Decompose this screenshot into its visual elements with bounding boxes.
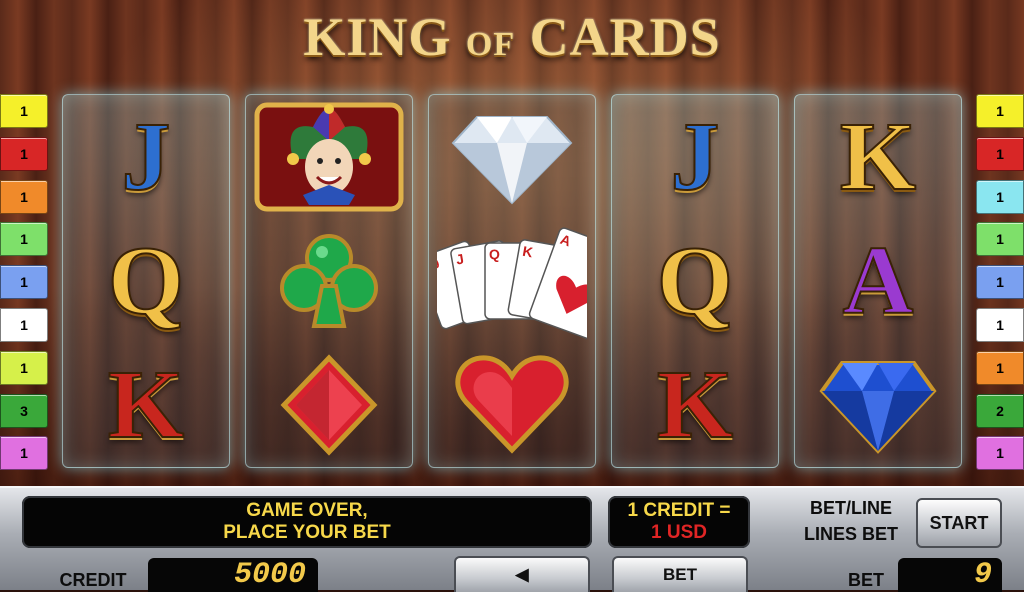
denomination-line-1: 1 CREDIT = bbox=[627, 500, 731, 521]
bet-label: BET bbox=[848, 570, 884, 590]
line-indicator-left-2: 1 bbox=[0, 136, 48, 171]
control-panel: GAME OVER, PLACE YOUR BET 1 CREDIT = 1 U… bbox=[0, 486, 1024, 592]
reel-symbol-j: J bbox=[63, 95, 229, 219]
red-diamond-icon bbox=[246, 343, 412, 467]
symbol-letter: J bbox=[670, 103, 721, 211]
reel-4: JQK bbox=[611, 94, 779, 468]
line-indicators-right: 1 1 1 1 1 1 1 2 1 bbox=[976, 94, 1024, 479]
blue-gem-icon bbox=[795, 343, 961, 467]
line-indicator-right-6: 1 bbox=[976, 307, 1024, 342]
line-indicator-right-7: 1 bbox=[976, 350, 1024, 385]
reel-symbol-q: Q bbox=[63, 219, 229, 343]
line-indicator-left-8: 3 bbox=[0, 393, 48, 428]
reel-symbol-k: K bbox=[63, 343, 229, 467]
bet-button[interactable]: BET bbox=[612, 556, 748, 592]
left-arrow-icon: ◀ bbox=[515, 565, 529, 584]
credit-label: CREDIT bbox=[59, 570, 127, 590]
denomination-line-2: 1 USD bbox=[651, 522, 707, 543]
title-word-cards: CARDS bbox=[529, 7, 721, 67]
line-indicator-right-8: 2 bbox=[976, 393, 1024, 428]
green-club-icon bbox=[246, 219, 412, 343]
line-indicator-left-3: 1 bbox=[0, 179, 48, 214]
reel-3: 10 J Q K A bbox=[428, 94, 596, 468]
title-word-of: OF bbox=[465, 26, 516, 63]
reel-1: JQK bbox=[62, 94, 230, 468]
line-indicator-right-1: 1 bbox=[976, 94, 1024, 128]
bet-value-display: 9 bbox=[898, 558, 1002, 592]
lines-bet-label: LINES BET bbox=[803, 524, 898, 544]
line-indicator-right-5: 1 bbox=[976, 265, 1024, 300]
reel-5: KA bbox=[794, 94, 962, 468]
reel-2 bbox=[245, 94, 413, 468]
bet-per-line-label: BET/LINE bbox=[809, 498, 892, 518]
symbol-letter: A bbox=[842, 227, 915, 335]
flush-card-rank: Q bbox=[489, 246, 500, 262]
reel-symbol-q: Q bbox=[612, 219, 778, 343]
red-heart-icon bbox=[429, 343, 595, 467]
white-diamond-gem-icon bbox=[429, 95, 595, 219]
reel-symbol-j: J bbox=[612, 95, 778, 219]
line-indicator-right-4: 1 bbox=[976, 222, 1024, 257]
start-button[interactable]: START bbox=[916, 498, 1002, 548]
symbol-letter: K bbox=[839, 103, 917, 211]
royal-flush-cards-icon: 10 J Q K A bbox=[429, 219, 595, 343]
symbol-letter: Q bbox=[107, 227, 185, 335]
reel-symbol-k: K bbox=[612, 343, 778, 467]
message-line-2: PLACE YOUR BET bbox=[223, 522, 391, 543]
line-indicator-left-4: 1 bbox=[0, 222, 48, 257]
line-indicator-right-3: 1 bbox=[976, 179, 1024, 214]
game-title-logo: KING OF CARDS bbox=[0, 6, 1024, 68]
reel-symbol-a: A bbox=[795, 219, 961, 343]
symbol-letter: Q bbox=[656, 227, 734, 335]
reel-symbol-k: K bbox=[795, 95, 961, 219]
message-display: GAME OVER, PLACE YOUR BET bbox=[22, 496, 592, 548]
line-indicator-left-5: 1 bbox=[0, 265, 48, 300]
line-indicator-left-1: 1 bbox=[0, 94, 48, 128]
back-arrow-button[interactable]: ◀ bbox=[454, 556, 590, 592]
joker-icon bbox=[246, 95, 412, 219]
line-indicator-left-9: 1 bbox=[0, 436, 48, 471]
line-indicator-right-2: 1 bbox=[976, 136, 1024, 171]
symbol-letter: J bbox=[121, 103, 172, 211]
line-indicator-left-6: 1 bbox=[0, 307, 48, 342]
line-indicator-left-7: 1 bbox=[0, 350, 48, 385]
line-indicator-right-9: 1 bbox=[976, 436, 1024, 471]
line-indicators-left: 1 1 1 1 1 1 1 3 1 bbox=[0, 94, 48, 479]
denomination-display: 1 CREDIT = 1 USD bbox=[608, 496, 750, 548]
credit-value-display: 5000 bbox=[148, 558, 318, 592]
symbol-letter: K bbox=[107, 351, 185, 459]
title-word-king: KING bbox=[303, 7, 452, 67]
message-line-1: GAME OVER, bbox=[246, 500, 368, 521]
symbol-letter: K bbox=[656, 351, 734, 459]
